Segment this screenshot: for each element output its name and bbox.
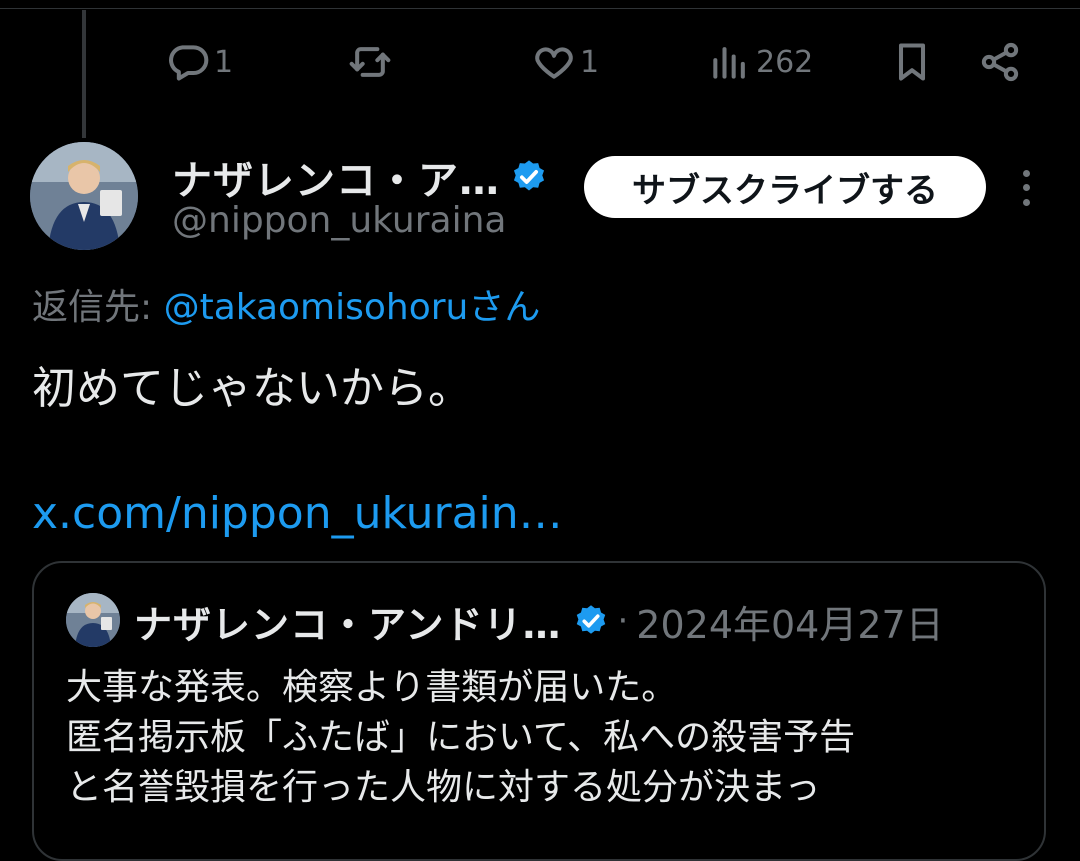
retweet-button[interactable] [348,34,396,90]
more-options-button[interactable] [1008,166,1044,210]
tweet-link[interactable]: x.com/nippon_ukurain… [32,488,563,539]
verified-icon [577,605,606,634]
reply-to-mention-handle[interactable]: @takaomisohoru [164,287,469,328]
retweet-icon [349,47,391,77]
quoted-separator: · [617,601,629,641]
quoted-date: 2024年04月27日 [636,602,944,647]
quoted-text-line: 大事な発表。検察より書類が届いた。 [66,667,678,708]
quoted-tweet-card[interactable]: ナザレンコ・アンドリ… · 2024年04月27日 大事な発表。検察より書類が届… [32,561,1046,861]
reply-button[interactable]: 1 [166,34,233,90]
bookmark-button[interactable] [890,34,934,90]
view-count: 262 [756,44,814,80]
top-divider [0,8,1080,9]
author-avatar[interactable] [30,142,138,250]
share-button[interactable] [978,34,1022,90]
share-icon [981,42,1019,82]
reply-to-mention[interactable]: @takaomisohoruさん [164,287,541,328]
quoted-tweet-header: ナザレンコ・アンドリ… · 2024年04月27日 [134,593,944,649]
quoted-tweet-text: 大事な発表。検察より書類が届いた。 匿名掲示板「ふたば」において、私への殺害予告… [66,663,1026,813]
more-icon-dot [1022,199,1030,207]
previous-tweet-action-bar: 1 1 262 [0,34,1080,90]
more-icon [1022,169,1030,177]
reply-icon [169,45,209,81]
bookmark-icon [898,43,926,81]
reply-count: 1 [214,44,234,80]
reply-to-line: 返信先: @takaomisohoruさん [32,278,540,330]
reply-to-mention-suffix[interactable]: さん [468,287,540,328]
like-button[interactable]: 1 [532,34,599,90]
author-name[interactable]: ナザレンコ・ア… [172,148,500,206]
verified-icon [513,160,545,191]
subscribe-button[interactable]: サブスクライブする [584,156,986,218]
author-handle[interactable]: @nippon_ukuraina [172,200,506,241]
quoted-text-line: 匿名掲示板「ふたば」において、私への殺害予告 [66,717,856,758]
quoted-author-name[interactable]: ナザレンコ・アンドリ… [134,594,561,649]
tweet-text: 初めてじゃないから。 [32,363,472,414]
quoted-author-avatar[interactable] [66,593,120,647]
views-icon [713,47,745,79]
more-icon-dot [1022,184,1030,192]
like-count: 1 [580,44,600,80]
views-button[interactable]: 262 [708,34,813,90]
author-name-row: ナザレンコ・ア… [172,148,548,206]
reply-to-prefix: 返信先: [32,287,164,328]
like-icon [535,47,573,79]
quoted-text-line: と名誉毀損を行った人物に対する処分が決まっ [66,767,821,808]
